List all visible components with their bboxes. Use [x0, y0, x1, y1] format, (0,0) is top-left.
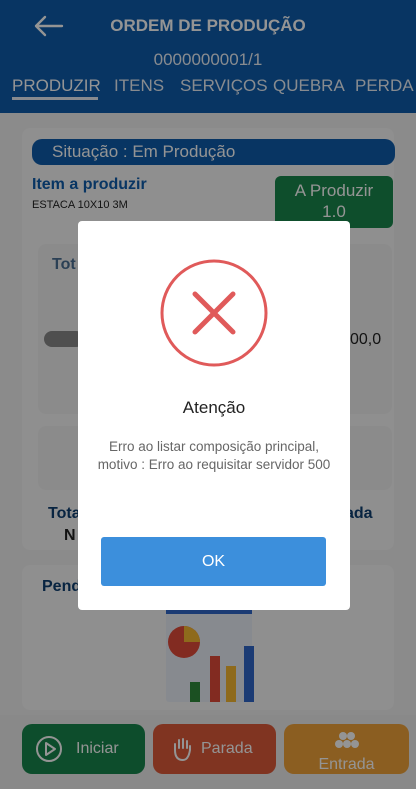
dialog-title: Atenção	[182, 398, 246, 417]
ok-button[interactable]: OK	[101, 537, 326, 586]
dialog-message: Erro ao listar composição principal, mot…	[97, 439, 331, 472]
error-dialog: Atenção Erro ao listar composição princi…	[78, 221, 350, 610]
error-x-icon	[160, 259, 268, 367]
